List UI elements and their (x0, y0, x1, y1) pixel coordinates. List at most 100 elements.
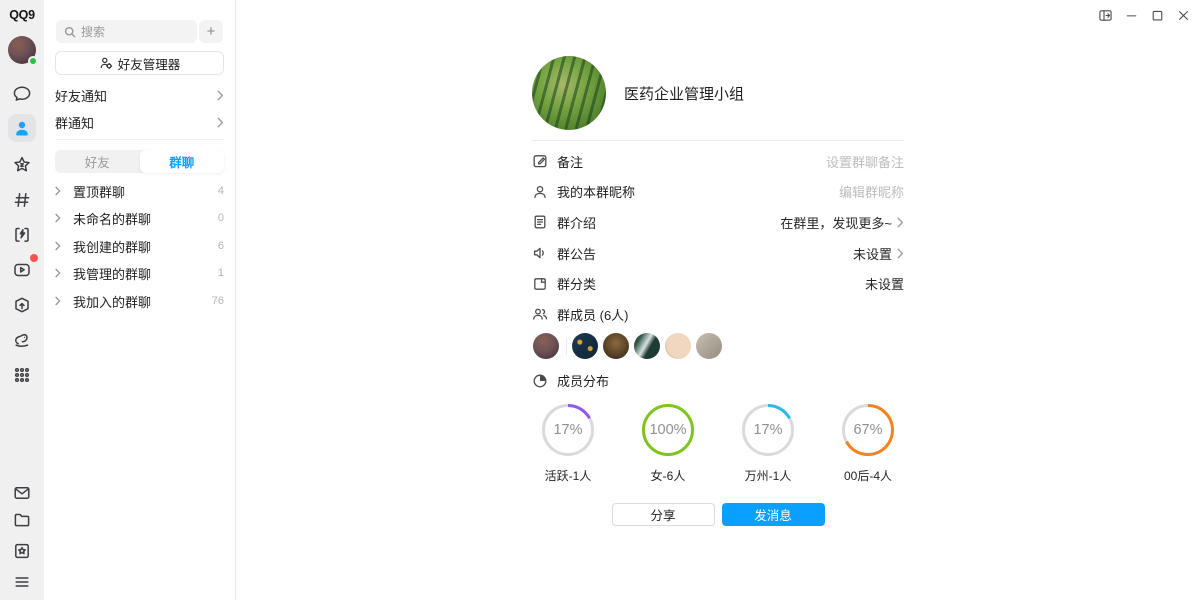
mini-mode-button[interactable] (1099, 9, 1112, 22)
panel-divider (55, 139, 224, 140)
add-button[interactable]: + (199, 20, 223, 43)
mini-world-tab[interactable] (8, 291, 36, 319)
member-distribution-row: 成员分布 (532, 366, 904, 397)
remark-row[interactable]: 备注 设置群聊备注 (532, 146, 904, 177)
group-announcement-row[interactable]: 群公告 未设置 (532, 238, 904, 269)
share-button[interactable]: 分享 (612, 503, 715, 526)
category-count: 1 (218, 267, 224, 279)
channels-tab[interactable] (8, 186, 36, 214)
contacts-tabs: 好友 群聊 (55, 150, 224, 173)
search-placeholder: 搜索 (81, 23, 105, 40)
group-intro-value: 在群里，发现更多~ (780, 213, 904, 232)
category-count: 0 (218, 212, 224, 224)
group-members-label: 群成员 (6人) (557, 305, 629, 324)
friend-manager-label: 好友管理器 (118, 54, 181, 73)
chevron-right-icon (55, 268, 62, 278)
favorites-button[interactable] (8, 537, 36, 565)
app-rail: QQ9 (0, 0, 44, 600)
speaker-icon (532, 245, 548, 261)
group-avatar[interactable] (532, 56, 606, 130)
document-icon (532, 214, 548, 230)
online-status-dot (28, 56, 38, 66)
main-menu-button[interactable] (8, 568, 36, 596)
video-tab[interactable] (8, 256, 36, 284)
stat-region: 17% 万州-1人 (737, 402, 799, 484)
friend-manager-icon (99, 56, 113, 70)
friend-notifications-row[interactable]: 好友通知 (55, 84, 224, 106)
minimize-button[interactable] (1125, 9, 1138, 22)
friend-manager-button[interactable]: 好友管理器 (55, 51, 224, 75)
contacts-tab[interactable] (8, 114, 36, 142)
group-intro-row[interactable]: 群介绍 在群里，发现更多~ (532, 207, 904, 238)
chevron-right-icon (55, 213, 62, 223)
weishi-tab[interactable] (8, 326, 36, 354)
chevron-right-icon (55, 186, 62, 196)
donut-chart: 17% (740, 402, 796, 458)
video-icon (12, 260, 32, 280)
maximize-button[interactable] (1151, 9, 1164, 22)
message-icon (12, 84, 32, 104)
contacts-icon (12, 118, 32, 138)
donut-label: 女-6人 (651, 467, 686, 484)
edit-icon (532, 153, 548, 169)
member-avatar[interactable] (696, 333, 722, 359)
user-avatar[interactable] (8, 36, 36, 64)
chevron-right-icon (217, 90, 224, 101)
donut-percent: 17% (740, 402, 796, 458)
group-intro-text: 在群里，发现更多~ (780, 213, 892, 232)
distribution-charts: 17% 活跃-1人 100% 女-6人 17% 万州-1人 (532, 396, 904, 484)
donut-percent: 17% (540, 402, 596, 458)
chevron-right-icon (217, 117, 224, 128)
category-label: 未命名的群聊 (73, 209, 151, 228)
donut-chart: 67% (840, 402, 896, 458)
member-avatar[interactable] (634, 333, 660, 359)
mail-icon (12, 483, 32, 503)
stat-female: 100% 女-6人 (637, 402, 699, 484)
category-count: 6 (218, 240, 224, 252)
mail-button[interactable] (8, 479, 36, 507)
tab-friends[interactable]: 好友 (55, 150, 140, 173)
group-announcement-value: 未设置 (853, 244, 904, 263)
group-category-unnamed[interactable]: 未命名的群聊 0 (55, 207, 224, 229)
donut-percent: 100% (640, 402, 696, 458)
search-input[interactable]: 搜索 (56, 20, 197, 43)
more-apps-tab[interactable] (8, 361, 36, 389)
group-notifications-label: 群通知 (55, 113, 94, 132)
category-label: 我创建的群聊 (73, 237, 151, 256)
messages-tab[interactable] (8, 80, 36, 108)
category-count: 4 (218, 185, 224, 197)
member-avatar[interactable] (572, 333, 598, 359)
nickname-row[interactable]: 我的本群昵称 编辑群昵称 (532, 177, 904, 208)
member-avatar[interactable] (533, 333, 559, 359)
donut-label: 活跃-1人 (545, 467, 592, 484)
qzone-tab[interactable] (8, 151, 36, 179)
chevron-right-icon (897, 217, 904, 228)
member-avatar[interactable] (665, 333, 691, 359)
channels-hash-icon (12, 190, 32, 210)
category-label: 置顶群聊 (73, 182, 125, 201)
group-category-label: 群分类 (557, 274, 596, 293)
group-category-managed[interactable]: 我管理的群聊 1 (55, 262, 224, 284)
donut-label: 万州-1人 (745, 467, 792, 484)
group-category-created[interactable]: 我创建的群聊 6 (55, 235, 224, 257)
close-button[interactable] (1177, 9, 1190, 22)
group-category-row[interactable]: 群分类 未设置 (532, 268, 904, 299)
apps-grid-icon (12, 365, 32, 385)
member-avatars (532, 332, 904, 360)
game-center-tab[interactable] (8, 221, 36, 249)
group-category-joined[interactable]: 我加入的群聊 76 (55, 290, 224, 312)
donut-chart: 17% (540, 402, 596, 458)
tab-groups[interactable]: 群聊 (140, 150, 225, 173)
send-message-button[interactable]: 发消息 (722, 503, 825, 526)
member-avatar[interactable] (603, 333, 629, 359)
group-members-row[interactable]: 群成员 (6人) (532, 299, 904, 330)
group-category-pinned[interactable]: 置顶群聊 4 (55, 180, 224, 202)
chevron-right-icon (897, 248, 904, 259)
stat-age: 67% 00后-4人 (837, 402, 899, 484)
group-notifications-row[interactable]: 群通知 (55, 111, 224, 133)
folder-button[interactable] (8, 506, 36, 534)
notification-badge (30, 254, 38, 262)
category-label: 我加入的群聊 (73, 292, 151, 311)
person-icon (532, 184, 548, 200)
pie-chart-icon (532, 373, 548, 389)
